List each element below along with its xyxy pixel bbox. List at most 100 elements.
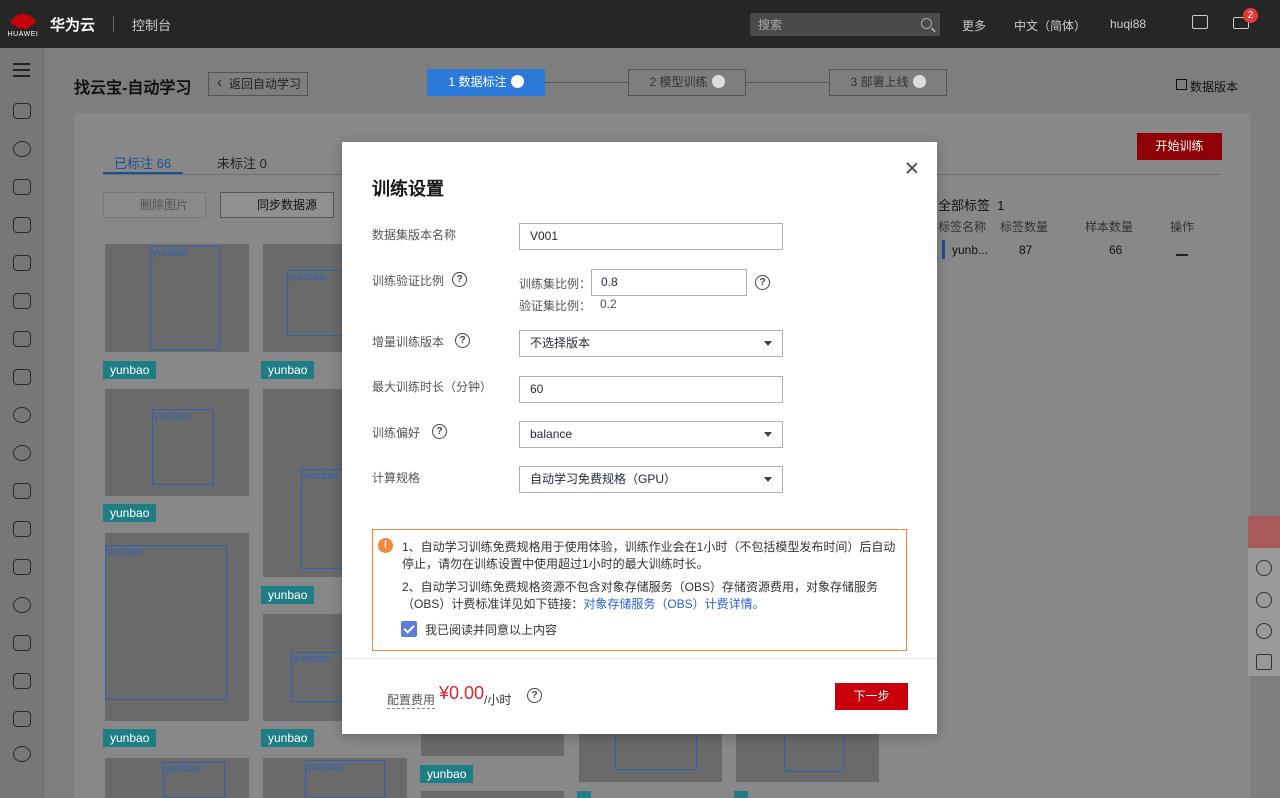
- language-selector[interactable]: 中文（简体）: [1014, 17, 1086, 34]
- train-ratio-input[interactable]: 0.8: [591, 269, 747, 296]
- image-tag: yunbao: [261, 586, 315, 604]
- close-icon[interactable]: [904, 160, 920, 176]
- footer-divider: [342, 658, 937, 659]
- leaf-icon[interactable]: [13, 597, 31, 613]
- all-labels-title: 全部标签 1: [938, 195, 1004, 214]
- box-label: yunbao: [307, 761, 344, 773]
- next-step-button[interactable]: 下一步: [835, 683, 908, 710]
- preference-select[interactable]: balance: [519, 421, 783, 448]
- preference-help-icon[interactable]: ?: [432, 424, 447, 439]
- search-icon[interactable]: [921, 18, 932, 29]
- column-sample-count[interactable]: 样本数量: [1085, 218, 1133, 235]
- notification-badge: 2: [1243, 8, 1258, 23]
- brand-name[interactable]: 华为云: [50, 14, 95, 35]
- modelarts-icon[interactable]: [13, 179, 31, 195]
- delete-images-button[interactable]: 删除图片: [103, 192, 206, 218]
- image-thumbnail[interactable]: [579, 734, 722, 782]
- start-training-button[interactable]: 开始训练: [1137, 133, 1222, 160]
- headset-icon[interactable]: [1256, 592, 1272, 608]
- logo-wordmark: HUAWEI: [7, 30, 39, 38]
- agree-checkbox[interactable]: [401, 621, 417, 637]
- bounding-box: [615, 734, 697, 770]
- menu-icon[interactable]: [13, 63, 30, 77]
- box-label: yunbao: [303, 470, 340, 482]
- face-icon[interactable]: [13, 521, 31, 537]
- step-model-training[interactable]: 2 模型训练: [628, 69, 746, 96]
- data-version-link[interactable]: 数据版本: [1175, 78, 1238, 95]
- image-thumbnail[interactable]: yunbao: [105, 758, 249, 798]
- cloud-upload-icon[interactable]: [13, 559, 31, 575]
- sail-icon[interactable]: [13, 369, 31, 385]
- bounding-box: yunbao: [301, 469, 343, 569]
- image-tag: yunbao: [420, 765, 474, 783]
- cloud-link-icon[interactable]: [13, 635, 31, 651]
- console-link[interactable]: 控制台: [132, 15, 171, 34]
- document-icon[interactable]: [13, 293, 31, 309]
- clock-icon: [711, 75, 725, 88]
- box-label: yunbao: [154, 410, 191, 422]
- globe-icon[interactable]: [13, 407, 31, 423]
- top-navigation-bar: HUAWEI 华为云 控制台: [0, 0, 1280, 48]
- cloud-server-icon[interactable]: [13, 103, 31, 119]
- column-label-count[interactable]: 标签数量: [1000, 218, 1048, 235]
- train-ratio-help-icon[interactable]: ?: [755, 275, 770, 290]
- max-duration-input[interactable]: 60: [519, 376, 783, 403]
- search-input[interactable]: 搜索: [750, 13, 940, 36]
- user-menu[interactable]: huqi88: [1110, 17, 1146, 31]
- step-label: 1 数据标注: [448, 75, 507, 89]
- box-label: yunbao: [293, 653, 330, 665]
- tab-labeled[interactable]: 已标注 66: [114, 153, 171, 172]
- image-thumbnail[interactable]: yunbao: [263, 758, 407, 798]
- huawei-logo[interactable]: HUAWEI: [0, 0, 46, 48]
- image-thumbnail[interactable]: [421, 791, 564, 798]
- tab-unlabeled[interactable]: 未标注 0: [217, 153, 267, 172]
- label-count-cell: 87: [1019, 243, 1033, 257]
- box-label: yunbao: [165, 763, 202, 775]
- image-thumbnail[interactable]: yunbao: [263, 614, 343, 721]
- training-settings-dialog: 训练设置 数据集版本名称 V001 训练验证比例 ? 训练集比例： 0.8 ? …: [342, 142, 937, 734]
- page-title: 找云宝-自动学习: [74, 80, 192, 97]
- cost-unit: /小时: [484, 693, 512, 707]
- incremental-label: 增量训练版本: [372, 335, 445, 349]
- incremental-help-icon[interactable]: ?: [455, 333, 470, 348]
- cost-help-icon[interactable]: ?: [527, 688, 542, 703]
- help-icon[interactable]: [1256, 623, 1272, 639]
- left-sidebar: [0, 48, 44, 798]
- image-thumbnail[interactable]: yunbao: [263, 244, 343, 352]
- step-data-labeling[interactable]: 1 数据标注: [427, 69, 545, 96]
- huawei-logo-icon: [9, 11, 37, 30]
- settings-icon[interactable]: [13, 746, 31, 762]
- image-thumbnail[interactable]: yunbao: [263, 389, 343, 577]
- image-thumbnail[interactable]: yunbao: [105, 533, 249, 721]
- spec-select[interactable]: 自动学习免费规格（GPU）: [519, 466, 783, 493]
- bounding-box: yunbao: [163, 762, 225, 798]
- list-icon[interactable]: [13, 711, 31, 727]
- feedback-chat-icon[interactable]: [1248, 516, 1280, 548]
- image-thumbnail[interactable]: [736, 734, 879, 782]
- cloud-icon[interactable]: [13, 331, 31, 347]
- obs-billing-link[interactable]: 对象存储服务（OBS）计费详情。: [583, 597, 764, 611]
- mountain-icon[interactable]: [13, 483, 31, 499]
- ip-icon[interactable]: [13, 445, 31, 461]
- image-tag: yunbao: [261, 361, 315, 379]
- image-thumbnail[interactable]: [421, 734, 564, 756]
- incremental-version-select[interactable]: 不选择版本: [519, 330, 783, 357]
- back-button[interactable]: 返回自动学习: [208, 72, 308, 96]
- cluster-icon[interactable]: [13, 141, 31, 157]
- image-tag: yunbao: [103, 729, 157, 747]
- sync-data-source-button[interactable]: 同步数据源: [220, 192, 334, 218]
- edit-note-icon[interactable]: [1256, 654, 1272, 670]
- smile-icon[interactable]: [1256, 560, 1272, 576]
- edit-icon[interactable]: [1176, 244, 1188, 256]
- cloud-disk-icon[interactable]: [13, 673, 31, 689]
- database-icon[interactable]: [13, 217, 31, 233]
- dataset-version-input[interactable]: V001: [519, 223, 783, 250]
- terminal-icon[interactable]: [1192, 15, 1208, 29]
- image-thumbnail[interactable]: yunbao: [105, 244, 249, 352]
- image-thumbnail[interactable]: yunbao: [105, 389, 249, 496]
- storage-icon[interactable]: [13, 255, 31, 271]
- agree-label[interactable]: 我已阅读并同意以上内容: [425, 621, 557, 638]
- ratio-help-icon[interactable]: ?: [452, 272, 467, 287]
- more-menu[interactable]: 更多: [962, 17, 986, 34]
- step-deploy[interactable]: 3 部署上线: [829, 69, 947, 96]
